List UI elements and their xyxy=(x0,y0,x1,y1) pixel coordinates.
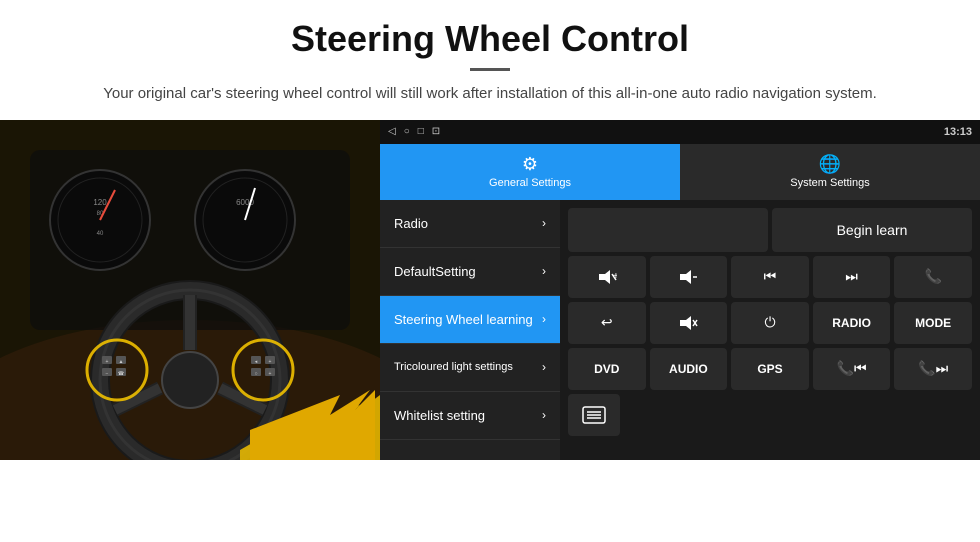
clock: 13:13 xyxy=(944,126,972,138)
status-bar: ◁ ○ □ ⊡ 13:13 xyxy=(380,120,980,144)
menu-default-label: DefaultSetting xyxy=(394,264,476,279)
menu-item-tricoloured[interactable]: Tricoloured light settings › xyxy=(380,344,560,392)
phone-prev-button[interactable]: 📞⏮ xyxy=(813,348,891,390)
begin-learn-button[interactable]: Begin learn xyxy=(772,208,972,252)
menu-radio-label: Radio xyxy=(394,216,428,231)
menu-steering-label: Steering Wheel learning xyxy=(394,312,533,327)
gps-button[interactable]: GPS xyxy=(731,348,809,390)
audio-button[interactable]: AUDIO xyxy=(650,348,728,390)
tab-general-label: General Settings xyxy=(489,177,571,189)
svg-text:+: + xyxy=(269,371,272,377)
svg-text:☎: ☎ xyxy=(118,371,124,377)
vol-up-button[interactable]: + xyxy=(568,256,646,298)
empty-input-box xyxy=(568,208,768,252)
next-track-button[interactable]: ⏭ xyxy=(813,256,891,298)
mode-button[interactable]: MODE xyxy=(894,302,972,344)
svg-text:−: − xyxy=(106,371,109,377)
home-icon[interactable]: ○ xyxy=(404,126,410,137)
general-settings-icon: ⚙ xyxy=(522,154,538,175)
menu-item-default[interactable]: DefaultSetting › xyxy=(380,248,560,296)
back-icon[interactable]: ◁ xyxy=(388,126,396,137)
tab-system-label: System Settings xyxy=(790,177,869,189)
svg-text:▲: ▲ xyxy=(119,359,124,365)
android-ui: ◁ ○ □ ⊡ 13:13 ⚙ General Settings 🌐 Syste… xyxy=(380,120,980,460)
chevron-icon: › xyxy=(542,408,546,422)
menu-item-radio[interactable]: Radio › xyxy=(380,200,560,248)
return-button[interactable]: ↩ xyxy=(568,302,646,344)
chevron-icon: › xyxy=(542,312,546,326)
svg-text:40: 40 xyxy=(97,231,104,237)
dvd-button[interactable]: DVD xyxy=(568,348,646,390)
controls-row-3: DVD AUDIO GPS 📞⏮ 📞⏭ xyxy=(568,348,972,390)
svg-text:+: + xyxy=(269,359,272,365)
left-menu: Radio › DefaultSetting › Steering Wheel … xyxy=(380,200,560,460)
phone-button[interactable]: 📞 xyxy=(894,256,972,298)
subtitle-text: Your original car's steering wheel contr… xyxy=(60,83,920,106)
svg-text:+: + xyxy=(613,271,617,282)
menu-whitelist-label: Whitelist setting xyxy=(394,408,485,423)
svg-text:+: + xyxy=(106,359,109,365)
chevron-icon: › xyxy=(542,264,546,278)
tab-general[interactable]: ⚙ General Settings xyxy=(380,144,680,200)
prev-track-button[interactable]: ⏮ xyxy=(731,256,809,298)
right-panel: Begin learn + ⏮ ⏭ 📞 xyxy=(560,200,980,460)
chevron-icon: › xyxy=(542,216,546,230)
controls-row-4 xyxy=(568,394,972,436)
vol-down-button[interactable] xyxy=(650,256,728,298)
page-title: Steering Wheel Control xyxy=(60,18,920,60)
mute-button[interactable] xyxy=(650,302,728,344)
status-left: ◁ ○ □ ⊡ xyxy=(388,126,440,137)
menu-tricoloured-label: Tricoloured light settings xyxy=(394,361,513,373)
chevron-icon: › xyxy=(542,360,546,374)
controls-row-1: + ⏮ ⏭ 📞 xyxy=(568,256,972,298)
recents-icon[interactable]: □ xyxy=(418,126,424,137)
car-image: 120 80 40 6000 xyxy=(0,120,380,460)
phone-next-button[interactable]: 📞⏭ xyxy=(894,348,972,390)
header-section: Steering Wheel Control Your original car… xyxy=(0,0,980,120)
tab-bar: ⚙ General Settings 🌐 System Settings xyxy=(380,144,980,200)
main-content: Radio › DefaultSetting › Steering Wheel … xyxy=(380,200,980,460)
menu-icon-button[interactable] xyxy=(568,394,620,436)
svg-text:○: ○ xyxy=(254,371,257,377)
menu-item-steering[interactable]: Steering Wheel learning › xyxy=(380,296,560,344)
power-button[interactable]: ⏻ xyxy=(731,302,809,344)
controls-row-2: ↩ ⏻ RADIO MODE xyxy=(568,302,972,344)
system-settings-icon: 🌐 xyxy=(819,154,841,175)
title-divider xyxy=(470,68,510,71)
app-icon[interactable]: ⊡ xyxy=(432,126,440,137)
begin-learn-row: Begin learn xyxy=(568,208,972,252)
menu-item-whitelist[interactable]: Whitelist setting › xyxy=(380,392,560,440)
radio-button[interactable]: RADIO xyxy=(813,302,891,344)
bottom-section: 120 80 40 6000 xyxy=(0,120,980,460)
tab-system[interactable]: 🌐 System Settings xyxy=(680,144,980,200)
controls-grid: + ⏮ ⏭ 📞 ↩ ⏻ xyxy=(568,256,972,436)
svg-text:120: 120 xyxy=(93,198,107,207)
